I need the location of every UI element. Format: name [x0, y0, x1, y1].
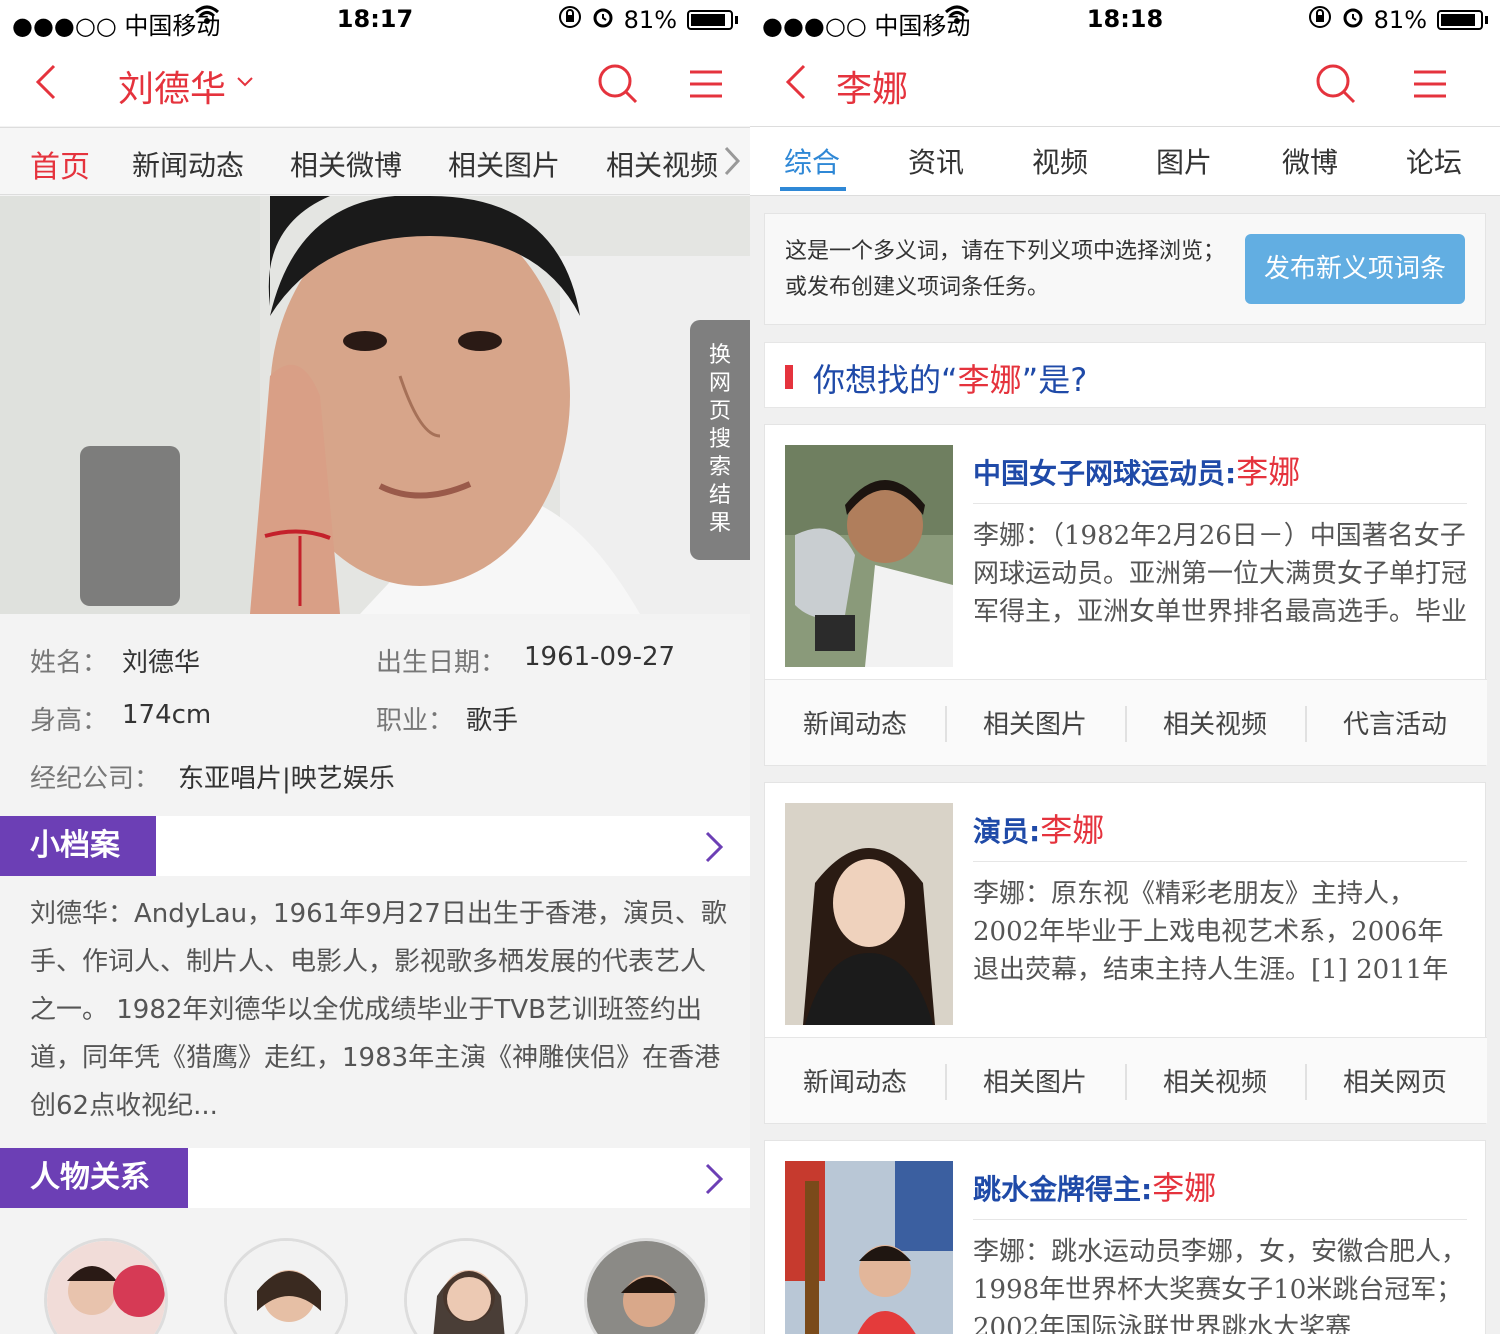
battery-icon: [1437, 10, 1483, 30]
list-item[interactable]: 中国女子网球运动员:李娜 李娜：（1982年2月26日－）中国著名女子网球运动员…: [764, 424, 1487, 766]
birth-label: 出生日期：: [376, 648, 507, 678]
page-title[interactable]: 刘德华: [118, 60, 226, 112]
link-images[interactable]: 相关图片: [945, 1062, 1125, 1099]
chevron-down-icon[interactable]: [236, 72, 254, 93]
profile-info: 姓名： 刘德华 出生日期： 1961-09-27 身高： 174cm 职业： 歌…: [0, 614, 750, 814]
agency-label: 经纪公司：: [30, 764, 161, 794]
card-description: 李娜：（1982年2月26日－）中国著名女子网球运动员。亚洲第一位大满贯女子单打…: [973, 521, 1468, 627]
question-header: 你想找的“李娜”是?: [764, 342, 1486, 408]
page-title: 李娜: [836, 69, 909, 110]
tab-videos[interactable]: 视频: [1032, 141, 1088, 181]
avatar[interactable]: [584, 1238, 708, 1334]
tab-home[interactable]: 首页: [30, 142, 90, 186]
profile-photo: 换网页搜索结果: [0, 196, 750, 614]
relations-section-title: 人物关系: [0, 1148, 188, 1208]
tab-forum[interactable]: 论坛: [1406, 141, 1462, 181]
tab-images[interactable]: 相关图片: [448, 144, 560, 184]
tab-weibo[interactable]: 相关微博: [290, 144, 402, 184]
alarm-icon: [1342, 5, 1364, 35]
card-links: 新闻动态 相关图片 相关视频 相关网页: [765, 1037, 1487, 1123]
search-icon[interactable]: [596, 62, 640, 106]
active-tab-indicator: [780, 187, 846, 191]
rotation-lock-icon: [558, 5, 582, 35]
profile-section-title: 小档案: [0, 816, 156, 876]
menu-icon[interactable]: [686, 62, 730, 106]
rotation-lock-icon: [1308, 5, 1332, 35]
publish-new-sense-button[interactable]: 发布新义项词条: [1245, 234, 1465, 304]
back-arrow-icon[interactable]: [30, 62, 60, 102]
notice-text: 这是一个多义词，请在下列义项中选择浏览；或发布创建义项词条任务。: [785, 239, 1226, 300]
agency-value: 东亚唱片|映艺娱乐: [178, 764, 395, 794]
menu-icon[interactable]: [1410, 62, 1454, 106]
card-title[interactable]: 跳水金牌得主:李娜: [973, 1163, 1216, 1209]
battery-percent: 81%: [623, 6, 677, 34]
accent-bar: [785, 365, 793, 389]
list-item[interactable]: 跳水金牌得主:李娜 李娜：跳水运动员李娜，女，安徽合肥人， 1998年世界杯大奖…: [764, 1140, 1486, 1334]
battery-icon: [687, 10, 733, 30]
birth-value: 1961-09-27: [524, 642, 676, 672]
link-news[interactable]: 新闻动态: [765, 1062, 945, 1099]
list-item[interactable]: 演员:李娜 李娜：原东视《精彩老朋友》主持人，2002年毕业于上戏电视艺术系，2…: [764, 782, 1487, 1124]
avatar[interactable]: [404, 1238, 528, 1334]
job-value: 歌手: [466, 706, 519, 736]
card-photo: [785, 445, 953, 667]
switch-search-results-button[interactable]: 换网页搜索结果: [690, 320, 750, 560]
card-title[interactable]: 中国女子网球运动员:李娜: [973, 447, 1300, 493]
alarm-icon: [592, 5, 614, 35]
battery-percent: 81%: [1373, 6, 1427, 34]
name-label: 姓名：: [30, 648, 109, 678]
tab-news[interactable]: 新闻动态: [132, 144, 244, 184]
switch-search-results-label: 换网页搜索结果: [708, 343, 731, 536]
relations-avatars: [0, 1238, 750, 1334]
tab-images[interactable]: 图片: [1156, 141, 1212, 181]
link-webpages[interactable]: 相关网页: [1305, 1062, 1485, 1099]
tab-videos[interactable]: 相关视频: [606, 144, 718, 184]
card-description: 李娜：跳水运动员李娜，女，安徽合肥人， 1998年世界杯大奖赛女子10米跳台冠军…: [973, 1237, 1468, 1334]
link-videos[interactable]: 相关视频: [1125, 1062, 1305, 1099]
tab-weibo[interactable]: 微博: [1282, 141, 1338, 181]
chevron-right-icon[interactable]: [722, 146, 742, 180]
link-videos[interactable]: 相关视频: [1125, 704, 1305, 741]
tab-overview[interactable]: 综合: [784, 141, 840, 181]
card-description: 李娜：原东视《精彩老朋友》主持人，2002年毕业于上戏电视艺术系，2006年退出…: [973, 879, 1449, 985]
card-photo: [785, 1161, 953, 1334]
tab-news[interactable]: 资讯: [908, 141, 964, 181]
link-news[interactable]: 新闻动态: [765, 704, 945, 741]
avatar[interactable]: [224, 1238, 348, 1334]
search-icon[interactable]: [1314, 62, 1358, 106]
link-endorsements[interactable]: 代言活动: [1305, 704, 1485, 741]
back-arrow-icon[interactable]: [780, 62, 810, 102]
profile-section-header[interactable]: 小档案: [0, 816, 750, 876]
category-tabs: 首页 新闻动态 相关微博 相关图片 相关视频: [0, 127, 750, 195]
relations-section-header[interactable]: 人物关系: [0, 1148, 750, 1208]
job-label: 职业：: [376, 706, 455, 736]
height-label: 身高：: [30, 706, 109, 736]
card-links: 新闻动态 相关图片 相关视频 代言活动: [765, 679, 1487, 765]
avatar[interactable]: [44, 1238, 168, 1334]
question-name: 李娜: [957, 361, 1022, 399]
chevron-right-icon[interactable]: [704, 1162, 724, 1200]
nav-header: 刘德华: [0, 40, 750, 126]
card-photo: [785, 803, 953, 1025]
nav-header: 李娜: [750, 40, 1500, 126]
biography-text: 刘德华：AndyLau，1961年9月27日出生于香港，演员、歌手、作词人、制片…: [30, 899, 727, 1121]
left-screen: ●●●○○ 中国移动 18:17 81% 刘德华 首页 新闻动态 相关微博 相关…: [0, 0, 750, 1334]
chevron-right-icon[interactable]: [704, 830, 724, 868]
link-images[interactable]: 相关图片: [945, 704, 1125, 741]
card-title[interactable]: 演员:李娜: [973, 805, 1104, 851]
question-text: 你想找的“李娜”是?: [813, 361, 1088, 399]
name-value: 刘德华: [122, 648, 201, 678]
right-screen: ●●●○○ 中国移动 18:18 81% 李娜 综合 资讯 视频 图片 微博 论…: [750, 0, 1500, 1334]
status-bar: ●●●○○ 中国移动 18:17 81%: [0, 0, 750, 40]
status-bar: ●●●○○ 中国移动 18:18 81%: [750, 0, 1500, 40]
disambiguation-notice: 这是一个多义词，请在下列义项中选择浏览；或发布创建义项词条任务。 发布新义项词条: [764, 213, 1486, 325]
category-tabs: 综合 资讯 视频 图片 微博 论坛: [750, 126, 1500, 196]
height-value: 174cm: [122, 700, 212, 730]
